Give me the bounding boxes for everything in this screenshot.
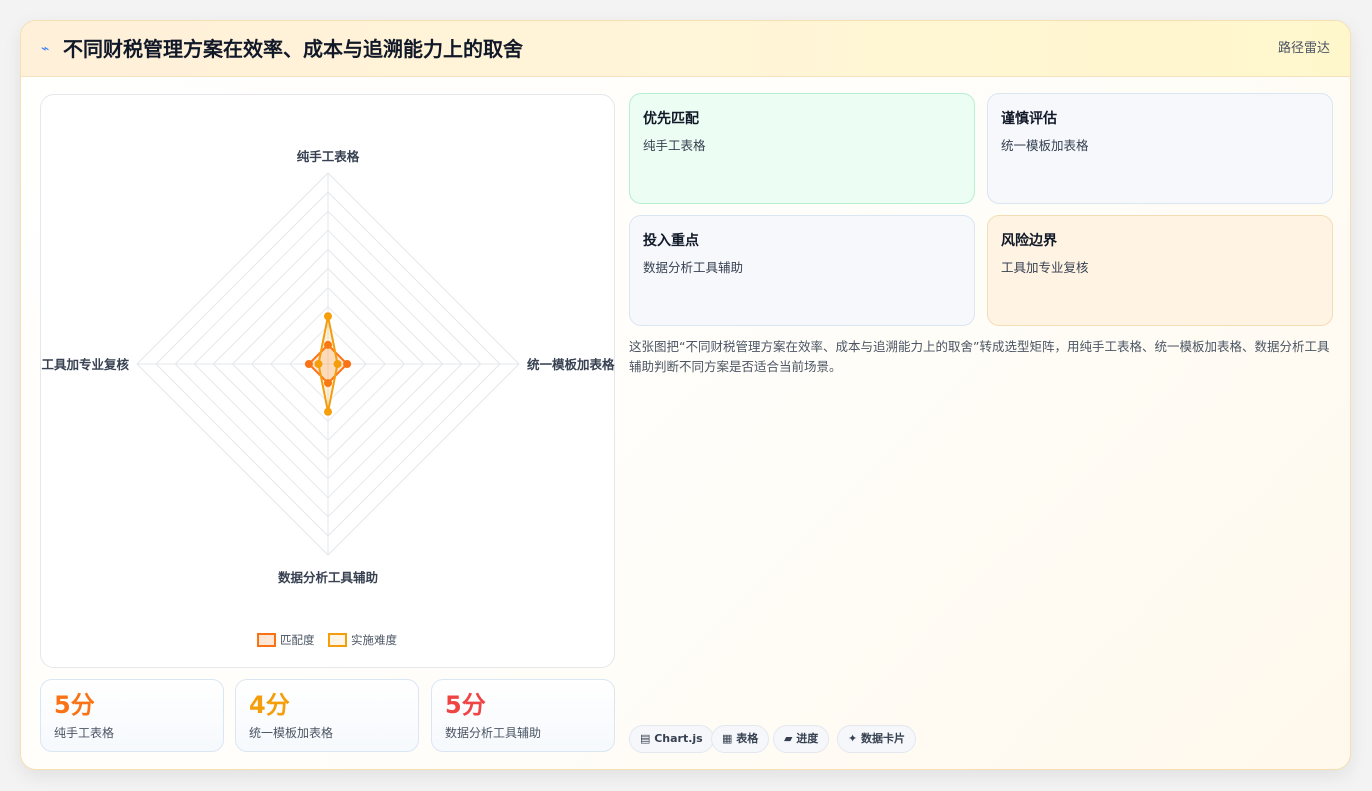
radar-axis-label: 工具加专业复核: [41, 357, 129, 372]
chip-progress[interactable]: ▰ 进度: [773, 725, 830, 753]
tile-title: 风险边界: [1001, 233, 1057, 249]
radar-data-point: [333, 360, 342, 368]
radar-axis-label: 纯手工表格: [297, 149, 360, 164]
radar-chart: 纯手工表格统一模板加表格数据分析工具辅助 工具加专业复核匹配度 实施难度: [41, 149, 615, 647]
tile-value: 统一模板加表格: [1001, 138, 1089, 153]
chip-table[interactable]: ▦ 表格: [711, 725, 770, 753]
tile-careful-evaluation: 谨慎评估 统一模板加表格: [987, 93, 1333, 204]
stat-label: 纯手工表格: [54, 726, 115, 740]
stat-value: 5分: [445, 691, 486, 719]
header: ⌁ 不同财税管理方案在效率、成本与追溯能力上的取舍 路径雷达: [21, 21, 1350, 77]
description: 这张图把“不同财税管理方案在效率、成本与追溯能力上的取舍”转成选型矩阵，用纯手工…: [629, 339, 1330, 374]
header-tag: 路径雷达: [1277, 41, 1330, 56]
radar-data-point: [304, 360, 313, 368]
tile-title: 投入重点: [643, 233, 699, 249]
stat-value: 4分: [249, 691, 290, 719]
tile-risk-boundary: 风险边界 工具加专业复核: [987, 215, 1333, 326]
radar-chart-panel: 纯手工表格统一模板加表格数据分析工具辅助 工具加专业复核匹配度 实施难度: [40, 94, 615, 668]
legend-label: 实施难度: [351, 633, 397, 647]
radar-axis-label: 统一模板加表格: [527, 357, 615, 372]
stat-card-1: 5分 纯手工表格: [40, 679, 224, 752]
tile-title: 优先匹配: [643, 111, 699, 127]
radar-data-point: [314, 360, 323, 368]
chip-data-card[interactable]: ✦ 数据卡片: [837, 725, 917, 753]
tile-priority-match: 优先匹配 纯手工表格: [629, 93, 975, 204]
chip-chartjs[interactable]: ▤ Chart.js: [629, 725, 714, 753]
tile-title: 谨慎评估: [1001, 111, 1057, 127]
legend-label: 匹配度: [280, 633, 315, 647]
trend-icon: ⌁: [41, 41, 50, 57]
stat-card-2: 4分 统一模板加表格: [235, 679, 419, 752]
stat-value: 5分: [54, 691, 95, 719]
tile-investment-focus: 投入重点 数据分析工具辅助: [629, 215, 975, 326]
radar-data-point: [324, 407, 332, 416]
radar-data-point: [343, 360, 352, 368]
radar-data-point: [324, 312, 332, 321]
main-card: ⌁ 不同财税管理方案在效率、成本与追溯能力上的取舍 路径雷达 纯手工表格统一模板…: [20, 20, 1351, 770]
tile-value: 数据分析工具辅助: [643, 260, 744, 275]
page-title: 不同财税管理方案在效率、成本与追溯能力上的取舍: [63, 37, 523, 61]
radar-axis-label: 数据分析工具辅助: [277, 570, 378, 585]
legend-swatch: [328, 633, 347, 647]
legend-swatch: [257, 633, 276, 647]
tile-value: 工具加专业复核: [1001, 260, 1089, 275]
tile-value: 纯手工表格: [643, 138, 706, 153]
stat-label: 统一模板加表格: [249, 726, 334, 740]
stat-label: 数据分析工具辅助: [445, 726, 542, 740]
stat-card-3: 5分 数据分析工具辅助: [431, 679, 615, 752]
